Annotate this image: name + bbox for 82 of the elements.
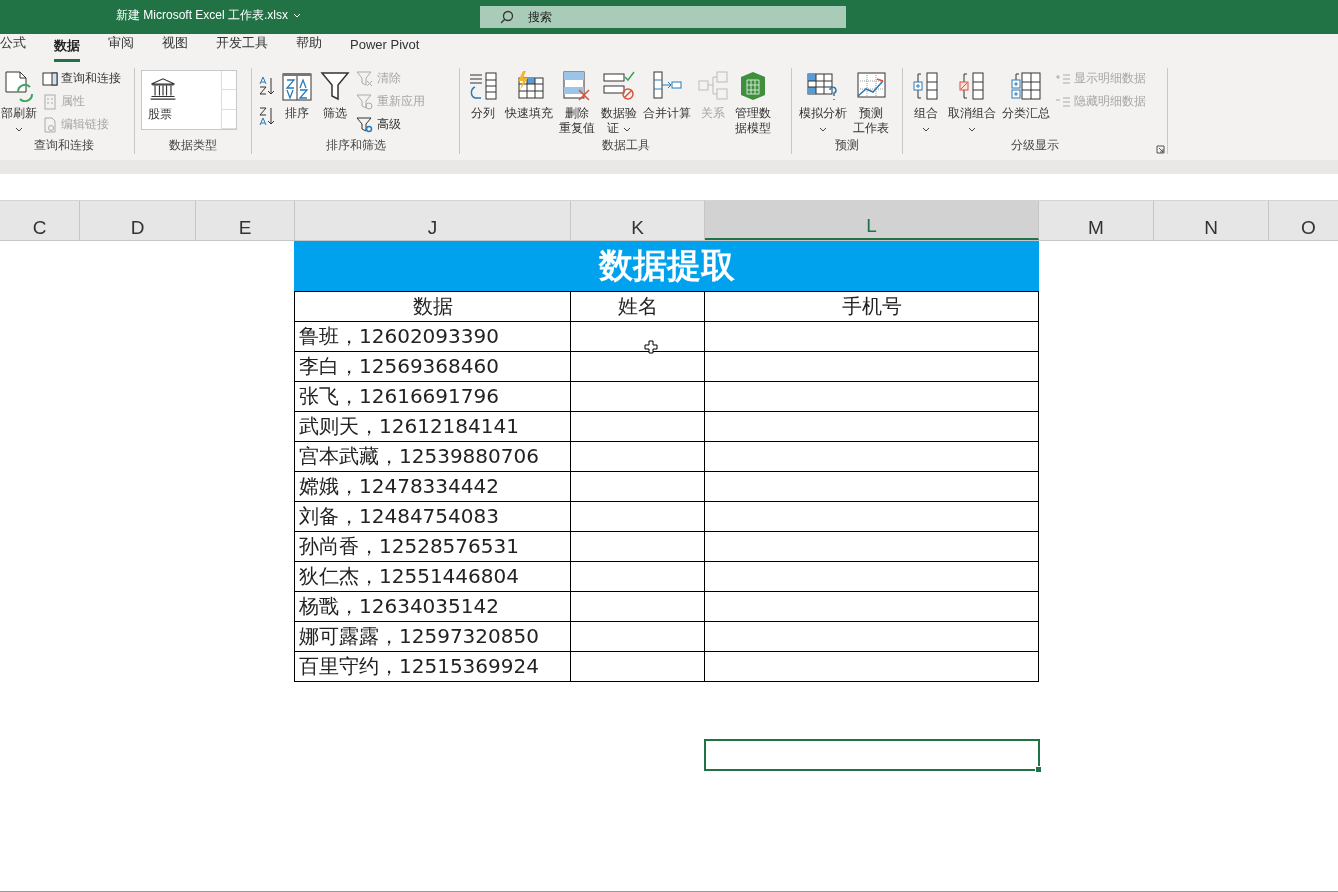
ribbon-button[interactable]: 高级 <box>356 116 425 133</box>
minus-lines-icon <box>1055 95 1071 108</box>
table-cell: 武则天，12612184141 <box>294 412 571 442</box>
ribbon-button[interactable]: 查询和连接 <box>42 70 121 87</box>
ribbon-button[interactable]: 快速填充 <box>504 68 554 137</box>
ribbon-tab[interactable]: Power Pivot <box>350 37 420 62</box>
ribbon-button[interactable]: 模拟分析 <box>798 68 848 137</box>
ribbon-button[interactable]: 排序 <box>280 68 314 137</box>
data-type-gallery[interactable]: 股票 <box>141 70 237 130</box>
table-header: 姓名 <box>571 292 705 322</box>
ribbon-button[interactable]: 删除 重复值 <box>558 68 596 137</box>
ribbon-tab[interactable]: 帮助 <box>296 34 322 62</box>
ribbon-button[interactable]: 筛选 <box>318 68 352 137</box>
ribbon-button[interactable]: 数据验 证 <box>600 68 638 137</box>
dialog-launcher-icon[interactable] <box>1156 145 1165 154</box>
subtotal-icon <box>1011 70 1041 102</box>
table-cell: 百里守约，12515369924 <box>294 652 571 682</box>
window-title: 新建 Microsoft Excel 工作表.xlsx <box>116 7 289 24</box>
table-cell: 刘备，12484754083 <box>294 502 571 532</box>
column-header[interactable]: O <box>1269 201 1338 240</box>
table-cell: 宫本武藏，12539880706 <box>294 442 571 472</box>
column-header[interactable]: C <box>0 201 80 240</box>
filter-icon <box>320 70 350 102</box>
sort-icon <box>282 72 312 102</box>
column-header[interactable]: J <box>295 201 571 240</box>
group-label: 排序和筛选 <box>325 138 386 152</box>
funnel-refresh-icon <box>356 93 374 110</box>
document-refresh-icon <box>4 70 34 102</box>
ribbon-button[interactable]: 管理数 据模型 <box>734 68 772 137</box>
table-title: 数据提取 <box>294 241 1039 292</box>
consolidate-icon <box>651 70 683 102</box>
search-field[interactable]: 搜索 <box>480 6 846 28</box>
ribbon-tab[interactable]: 审阅 <box>108 34 134 62</box>
remove-duplicates-icon <box>561 70 593 102</box>
group-label: 数据工具 <box>601 138 650 152</box>
ribbon-button[interactable]: 预测 工作表 <box>852 68 890 137</box>
table-header: 数据 <box>294 292 571 322</box>
ribbon-button[interactable]: 取消组合 <box>947 68 997 137</box>
ribbon-tab[interactable]: 公式 <box>0 34 26 62</box>
table-cell: 鲁班，12602093390 <box>294 322 571 352</box>
funnel-gear-icon <box>356 116 374 133</box>
column-header[interactable]: E <box>196 201 295 240</box>
panel-icon <box>42 70 58 87</box>
column-header[interactable]: L <box>705 201 1039 240</box>
column-header[interactable]: D <box>80 201 196 240</box>
what-if-analysis-icon <box>806 70 840 102</box>
ribbon-button[interactable]: 部刷新 <box>0 68 38 137</box>
cell-cursor-icon <box>644 340 658 354</box>
column-header[interactable]: M <box>1039 201 1154 240</box>
table-cell: 娜可露露，12597320850 <box>294 622 571 652</box>
table-cell: 杨戬，12634035142 <box>294 592 571 622</box>
selected-cell[interactable] <box>704 739 1040 771</box>
ribbon-button[interactable]: 合并计算 <box>642 68 692 137</box>
table-cell: 狄仁杰，12551446804 <box>294 562 571 592</box>
split-columns-icon <box>467 70 499 102</box>
sort-ascending-icon[interactable] <box>258 76 276 96</box>
column-header[interactable]: N <box>1154 201 1269 240</box>
ribbon-tab[interactable]: 视图 <box>162 34 188 62</box>
search-icon <box>500 10 514 24</box>
group-icon <box>913 70 939 102</box>
table-cell: 李白，12569368460 <box>294 352 571 382</box>
plus-lines-icon <box>1055 72 1071 85</box>
sort-descending-icon[interactable] <box>258 106 276 126</box>
ungroup-icon <box>959 70 985 102</box>
ribbon-tab[interactable]: 开发工具 <box>216 34 268 62</box>
document-link-icon <box>42 116 58 133</box>
ribbon-button[interactable]: 分列 <box>466 68 500 137</box>
table-header: 手机号 <box>705 292 1039 322</box>
ribbon-button[interactable]: 分类汇总 <box>1001 68 1051 137</box>
bank-icon <box>148 77 178 100</box>
list-icon <box>42 93 58 110</box>
table-cell: 嫦娥，12478334442 <box>294 472 571 502</box>
group-label: 分级显示 <box>1011 138 1059 152</box>
relationships-icon <box>697 70 729 102</box>
group-label: 查询和连接 <box>34 138 94 152</box>
table-cell: 孙尚香，12528576531 <box>294 532 571 562</box>
data-validation-icon <box>602 70 636 102</box>
funnel-x-icon <box>356 70 374 87</box>
group-label: 数据类型 <box>169 138 217 152</box>
group-label: 预测 <box>835 138 859 152</box>
ribbon-button[interactable]: 组合 <box>909 68 943 137</box>
table-cell: 张飞，12616691796 <box>294 382 571 412</box>
